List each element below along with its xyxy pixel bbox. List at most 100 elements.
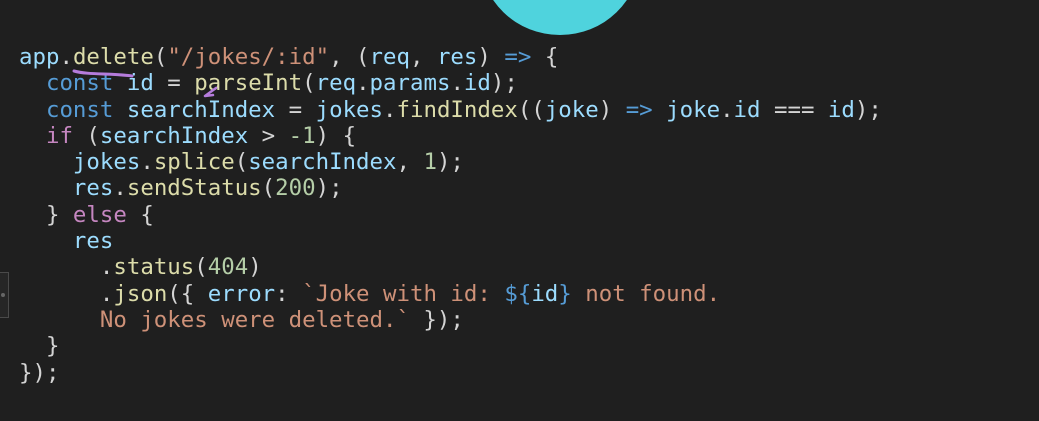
code-token: json — [113, 280, 168, 307]
code-token: req — [369, 44, 410, 70]
code-token: . — [140, 149, 154, 176]
code-token: req — [315, 70, 357, 97]
code-token: }); — [19, 359, 60, 386]
left-edge-tab[interactable] — [0, 272, 9, 318]
code-token: ) { — [315, 122, 357, 149]
code-token: params — [369, 70, 451, 97]
code-token: `Joke with id: — [302, 280, 505, 307]
code-token: ) — [598, 96, 626, 123]
code-token: = — [275, 96, 316, 123]
code-token: } — [558, 280, 572, 307]
code-token: if — [45, 122, 73, 149]
code-token: sendStatus — [126, 175, 262, 202]
code-token: splice — [153, 149, 235, 176]
code-token: ${ — [504, 280, 532, 307]
code-token: ( — [302, 70, 316, 97]
code-token: { — [126, 201, 154, 228]
code-token: ); — [854, 96, 882, 123]
code-token: , ( — [329, 44, 370, 70]
code-token: ( — [234, 149, 249, 176]
code-token: }); — [409, 306, 464, 333]
code-token: . — [383, 96, 397, 123]
code-token: searchIndex — [248, 149, 397, 176]
code-line[interactable]: res.sendStatus(200); — [19, 175, 882, 201]
code-line[interactable]: res — [19, 228, 882, 254]
code-token: not found. — [571, 280, 721, 307]
code-token: : — [275, 280, 303, 307]
code-token: id — [531, 280, 559, 307]
code-token: . — [19, 254, 114, 281]
code-token: ( — [194, 254, 208, 281]
code-token: } — [19, 333, 60, 360]
code-token: , — [409, 44, 437, 70]
code-token: ); — [315, 175, 343, 202]
code-token: 404 — [207, 254, 249, 281]
code-token: id — [463, 70, 491, 97]
code-token: = — [153, 70, 195, 97]
code-token: const — [45, 96, 114, 123]
code-token: . — [19, 280, 114, 307]
code-token: error — [207, 280, 276, 307]
code-token: const — [45, 70, 114, 97]
code-token: > — [248, 122, 289, 149]
code-line[interactable]: .json({ error: `Joke with id: ${id} not … — [19, 281, 882, 307]
code-token: res — [72, 175, 114, 202]
code-line[interactable]: No jokes were deleted.` }); — [19, 307, 882, 333]
code-token: 200 — [275, 175, 316, 202]
code-token: "/jokes/:id" — [167, 44, 330, 70]
code-token: (( — [517, 96, 545, 123]
code-token: . — [450, 70, 464, 97]
code-token: ( — [72, 122, 100, 149]
code-line[interactable]: .status(404) — [19, 254, 882, 280]
code-token: -1 — [288, 122, 316, 149]
code-editor[interactable]: app.delete("/jokes/:id", (req, res) => {… — [19, 44, 882, 386]
code-token: 1 — [423, 149, 437, 176]
code-token: parseInt — [194, 70, 303, 97]
code-line[interactable]: }); — [19, 360, 882, 386]
code-token: findIndex — [396, 96, 518, 123]
decorative-cyan-blob — [480, 0, 640, 35]
code-token: === — [760, 96, 828, 123]
code-token: ) — [477, 44, 505, 70]
code-token: ); — [490, 70, 518, 97]
code-token: ( — [261, 175, 276, 202]
code-line[interactable]: } — [19, 333, 882, 359]
code-token: jokes — [315, 96, 384, 123]
code-token: . — [720, 96, 734, 123]
code-token: delete — [72, 44, 154, 70]
code-token: . — [113, 175, 127, 202]
code-token: status — [113, 254, 195, 281]
code-token: ); — [436, 149, 464, 176]
code-token: app — [19, 44, 60, 70]
code-token: searchIndex — [126, 96, 276, 123]
code-line[interactable]: const searchIndex = jokes.findIndex((jok… — [19, 97, 882, 123]
code-token: , — [396, 149, 424, 176]
code-token: res — [72, 228, 114, 255]
code-line[interactable]: } else { — [19, 202, 882, 228]
code-token: joke — [666, 96, 721, 123]
code-token: jokes — [72, 149, 141, 176]
code-token: { — [531, 44, 559, 70]
code-token: res — [436, 44, 478, 70]
code-token: => — [625, 96, 653, 123]
code-line[interactable]: if (searchIndex > -1) { — [19, 123, 882, 149]
code-token: id — [126, 70, 154, 97]
code-token: else — [72, 201, 127, 228]
code-line[interactable]: const id = parseInt(req.params.id); — [19, 70, 882, 96]
code-line[interactable]: jokes.splice(searchIndex, 1); — [19, 149, 882, 175]
code-token: ) — [248, 254, 262, 281]
code-line[interactable]: app.delete("/jokes/:id", (req, res) => { — [19, 44, 882, 70]
code-token: id — [827, 96, 855, 123]
code-token: ( — [153, 44, 168, 70]
code-token: id — [733, 96, 761, 123]
